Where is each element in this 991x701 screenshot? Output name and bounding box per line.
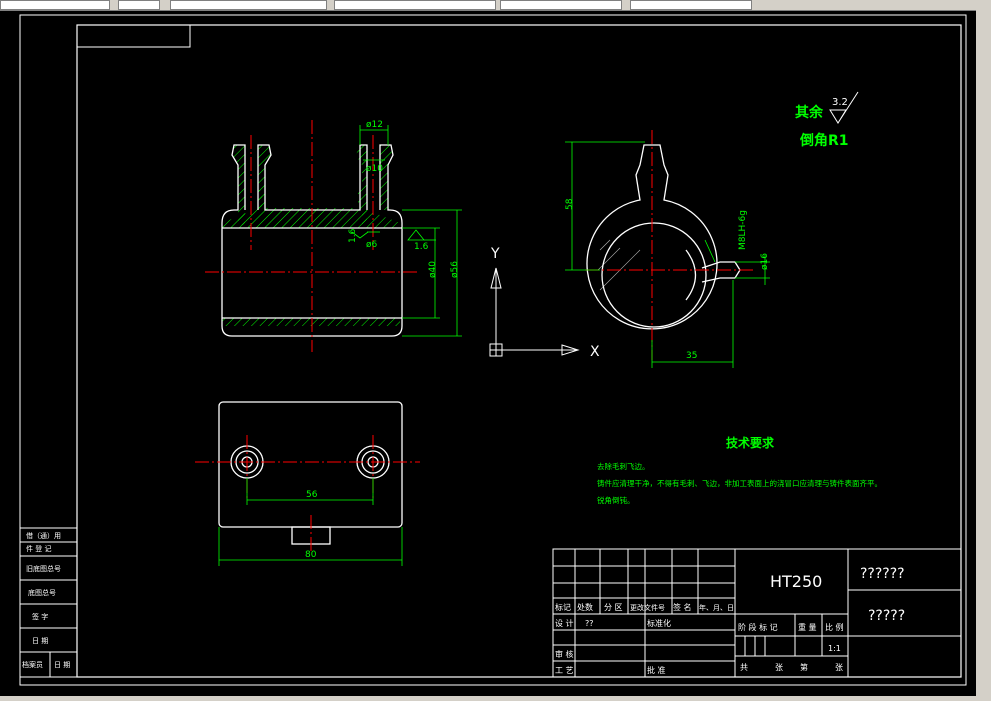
rough-1-6-a: 1.6 — [348, 228, 358, 243]
side-label-6: 档案员 — [22, 660, 43, 669]
linetype-dropdown[interactable] — [334, 0, 496, 10]
part-name: ?????? — [860, 566, 905, 582]
chamfer-note: 倒角R1 — [799, 132, 849, 149]
sheets-0: 共 — [740, 663, 748, 672]
roughness-note: 其余 3.2 倒角R1 — [795, 91, 859, 149]
dim-d10: ø10 — [366, 164, 383, 174]
sheets-1: 张 — [775, 663, 783, 672]
rev-header-0: 标记 — [555, 602, 571, 612]
side-label-4: 签 字 — [32, 612, 48, 621]
side-label-5: 日 期 — [32, 637, 48, 645]
rev-header-2: 分 区 — [604, 603, 623, 612]
rough-1-6-b: 1.6 — [414, 242, 429, 252]
drawing-canvas[interactable]: 借（通）用 件 登 记 旧底图总号 底图总号 签 字 日 期 档案员 日 期 ø… — [0, 10, 976, 696]
technical-requirements: 技术要求 去除毛刺飞边。 铸件应清理干净，不得有毛刺、飞边，非加工表面上的浇冒口… — [597, 435, 882, 505]
vertical-scrollbar[interactable] — [976, 10, 991, 696]
sheets-3: 张 — [835, 663, 843, 672]
front-section-view — [205, 120, 418, 352]
horizontal-scrollbar[interactable] — [0, 696, 991, 701]
rough-value: 3.2 — [832, 97, 848, 108]
rev-header-1: 处数 — [577, 602, 593, 612]
ucs-icon — [489, 267, 580, 357]
rev-header-4: 签 名 — [673, 602, 692, 612]
tech-line-2: 锐角倒钝。 — [597, 495, 635, 505]
dim-56: 56 — [306, 490, 318, 500]
standardize-label: 标准化 — [647, 618, 671, 628]
material: HT250 — [770, 572, 822, 591]
process-label: 工 艺 — [555, 666, 574, 675]
dim-d16: ø16 — [760, 253, 770, 270]
layer-icons[interactable] — [118, 0, 160, 10]
side-block: 借（通）用 件 登 记 旧底图总号 底图总号 签 字 日 期 档案员 日 期 — [19, 527, 78, 678]
approve-label: 批 准 — [647, 665, 666, 675]
dim-d40: ø40 — [428, 261, 438, 278]
side-label-2: 旧底图总号 — [26, 564, 61, 573]
side-label-3: 底图总号 — [28, 588, 56, 597]
designer-name: ?? — [585, 619, 594, 628]
stage-header-1: 重 量 — [798, 622, 817, 632]
rev-header-3: 更改文件号 — [630, 603, 665, 612]
top-view — [195, 401, 420, 552]
dim-35: 35 — [686, 351, 697, 361]
side-label-7: 日 期 — [54, 661, 70, 669]
dim-58: 58 — [565, 198, 575, 210]
side-label-0: 借（通）用 — [26, 531, 61, 540]
color-dropdown[interactable] — [170, 0, 327, 10]
dim-d56: ø56 — [450, 261, 460, 278]
plotstyle-dropdown[interactable] — [630, 0, 752, 10]
side-view — [585, 130, 755, 360]
tech-title: 技术要求 — [726, 435, 775, 450]
rev-header-5: 年、月、日 — [699, 603, 734, 612]
stage-header-2: 比 例 — [825, 622, 844, 632]
rough-rest-label: 其余 — [795, 104, 824, 121]
stage-header-0: 阶 段 标 记 — [738, 622, 778, 632]
tech-line-0: 去除毛刺飞边。 — [597, 461, 650, 471]
drawing-number: ????? — [868, 608, 905, 624]
title-block: HT250 ?????? ????? 标记 处数 分 区 更改文件号 签 名 年… — [552, 548, 962, 678]
dim-80: 80 — [305, 550, 317, 560]
dim-thread: M8LH-6g — [738, 210, 748, 250]
side-label-1: 件 登 记 — [26, 544, 51, 553]
dim-d12: ø12 — [366, 120, 383, 130]
front-view-dimensions — [351, 125, 462, 337]
scale-value: 1:1 — [828, 644, 841, 653]
design-label: 设 计 — [555, 618, 574, 628]
sheets-2: 第 — [800, 662, 808, 672]
layer-dropdown[interactable] — [0, 0, 110, 10]
review-label: 审 核 — [555, 649, 574, 659]
ucs-x-label: X — [590, 344, 600, 360]
lineweight-dropdown[interactable] — [500, 0, 622, 10]
dim-d6: ø6 — [366, 240, 378, 250]
ucs-y-label: Y — [490, 246, 500, 262]
tech-line-1: 铸件应清理干净，不得有毛刺、飞边，非加工表面上的浇冒口应清理与铸件表面齐平。 — [597, 478, 882, 488]
